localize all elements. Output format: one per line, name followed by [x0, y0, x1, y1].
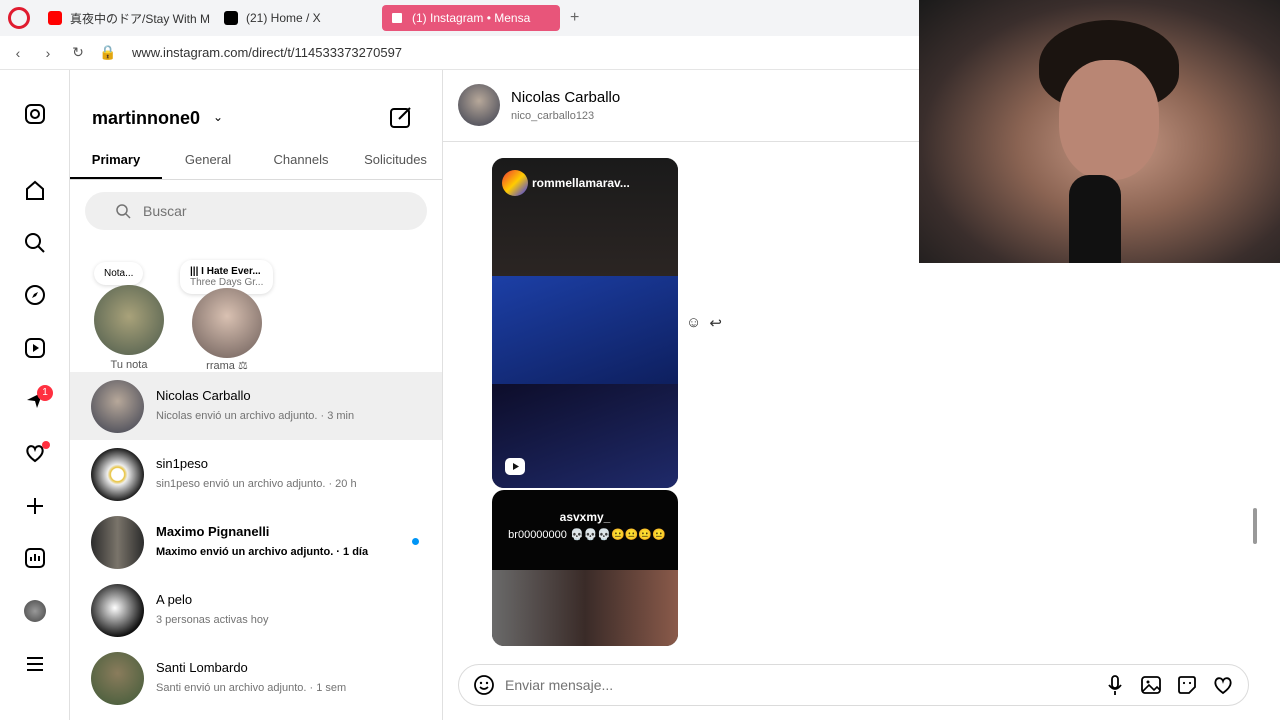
- unread-dot: [412, 538, 419, 545]
- emoji-react-icon[interactable]: ☺: [686, 314, 701, 332]
- tab-instagram[interactable]: (1) Instagram • Mensa: [382, 5, 560, 31]
- instagram-icon: [390, 11, 404, 25]
- reel-author-name: asvxmy_: [559, 510, 611, 524]
- compose-icon[interactable]: [388, 104, 414, 130]
- chat-contact-name[interactable]: Nicolas Carballo: [511, 89, 620, 106]
- thread-row[interactable]: Nicolas Carballo Nicolas envió un archiv…: [70, 372, 442, 440]
- tab-x[interactable]: (21) Home / X: [216, 5, 376, 31]
- tab-general[interactable]: General: [162, 148, 254, 179]
- tab-channels[interactable]: Channels: [254, 148, 348, 179]
- image-icon[interactable]: [1140, 674, 1162, 696]
- home-icon[interactable]: [23, 178, 47, 202]
- lock-icon: 🔒: [99, 44, 117, 60]
- search-icon[interactable]: [23, 231, 47, 255]
- chevron-down-icon[interactable]: ⌄: [213, 110, 223, 124]
- avatar: [91, 652, 144, 705]
- webcam-overlay: [919, 0, 1280, 263]
- avatar: [91, 584, 144, 637]
- reel-header: rommellamarav...: [502, 170, 630, 196]
- reel-play-icon: [504, 455, 526, 482]
- avatar: [91, 516, 144, 569]
- sticker-icon[interactable]: [1176, 674, 1198, 696]
- scrollbar[interactable]: [1253, 508, 1257, 544]
- inbox-sidebar: martinnone0 ⌄ Primary General Channels S…: [70, 70, 443, 720]
- instagram-logo-icon[interactable]: [23, 102, 47, 126]
- url-field[interactable]: www.instagram.com/direct/t/1145333732705…: [132, 45, 402, 60]
- menu-icon[interactable]: [23, 652, 47, 676]
- thread-row[interactable]: Maximo Pignanelli Maximo envió un archiv…: [70, 508, 442, 576]
- tab-primary[interactable]: Primary: [70, 148, 162, 179]
- search-input[interactable]: Buscar: [85, 192, 427, 230]
- notification-dot: [42, 441, 50, 449]
- emoji-icon[interactable]: [473, 674, 495, 696]
- thread-row[interactable]: Santi Lombardo Santi envió un archivo ad…: [70, 644, 442, 712]
- account-username[interactable]: martinnone0: [92, 108, 200, 129]
- x-icon: [224, 11, 238, 25]
- heart-icon[interactable]: [1212, 674, 1234, 696]
- opera-logo-icon[interactable]: [8, 7, 30, 29]
- create-plus-icon[interactable]: [23, 494, 47, 518]
- avatar: [91, 448, 144, 501]
- messages-badge: 1: [37, 385, 53, 401]
- reply-icon[interactable]: ↩: [709, 314, 722, 332]
- thread-row[interactable]: A pelo 3 personas activas hoy: [70, 576, 442, 644]
- tab-youtube[interactable]: 真夜中のドア/Stay With Me: [40, 5, 210, 31]
- forward-icon[interactable]: ›: [36, 45, 60, 61]
- microphone-icon[interactable]: [1104, 674, 1126, 696]
- chat-contact-handle: nico_carballo123: [511, 110, 595, 122]
- thread-row[interactable]: sin1peso sin1peso envió un archivo adjun…: [70, 440, 442, 508]
- rrama-note-label: rrama ⚖: [206, 360, 248, 372]
- tab-requests[interactable]: Solicitudes: [348, 148, 442, 179]
- instagram-nav: 1: [0, 70, 70, 720]
- reel-author-avatar: [502, 170, 528, 196]
- message-actions: ☺ ↩: [686, 314, 722, 332]
- note-bubble-own[interactable]: Nota...: [94, 262, 144, 285]
- avatar: [91, 380, 144, 433]
- reel-caption: br00000000 💀💀💀😐😐😐😐: [508, 529, 666, 541]
- avatar[interactable]: [458, 84, 500, 126]
- inbox-tabs: Primary General Channels Solicitudes: [70, 148, 442, 180]
- reload-icon[interactable]: ↻: [66, 44, 90, 61]
- own-note-label: Tu nota: [110, 359, 148, 371]
- new-tab-button[interactable]: +: [570, 9, 579, 27]
- chat-header: Nicolas Carballo nico_carballo123: [443, 70, 919, 142]
- rrama-note-avatar[interactable]: [192, 288, 262, 358]
- message-input[interactable]: Enviar mensaje...: [505, 677, 1104, 693]
- search-icon: [116, 204, 131, 219]
- own-note-avatar[interactable]: [94, 285, 164, 355]
- shared-reel[interactable]: rommellamarav...: [492, 158, 678, 488]
- message-composer[interactable]: Enviar mensaje...: [458, 664, 1249, 706]
- back-icon[interactable]: ‹: [6, 45, 30, 61]
- youtube-icon: [48, 11, 62, 25]
- dashboard-icon[interactable]: [23, 546, 47, 570]
- reels-icon[interactable]: [23, 336, 47, 360]
- shared-reel[interactable]: asvxmy_ br00000000 💀💀💀😐😐😐😐: [492, 490, 678, 646]
- explore-icon[interactable]: [23, 283, 47, 307]
- profile-avatar-icon[interactable]: [23, 599, 47, 623]
